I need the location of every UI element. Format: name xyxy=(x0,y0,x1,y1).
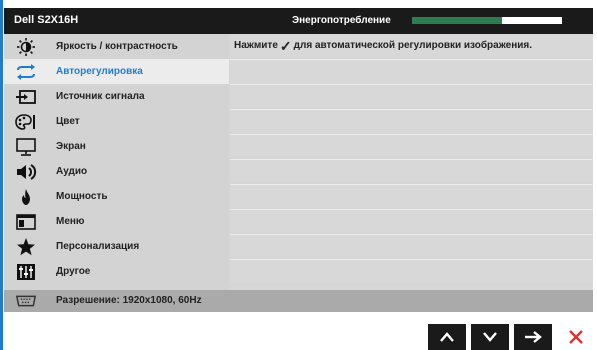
energy-meter xyxy=(412,17,562,24)
arrow-right-icon xyxy=(525,331,542,343)
monitor-model: Dell S2X16H xyxy=(14,14,79,26)
close-button[interactable] xyxy=(557,324,595,350)
menu-item-display[interactable]: Экран xyxy=(4,134,229,159)
menu-item-label: Мощность xyxy=(56,191,108,202)
check-icon: ✓ xyxy=(279,37,292,54)
menu-item-brightness[interactable]: Яркость / контрастность xyxy=(4,34,229,59)
menu-item-input-source[interactable]: Источник сигнала xyxy=(4,84,229,109)
menu-item-label: Аудио xyxy=(56,166,88,177)
instruction-suffix: для автоматической регулировки изображен… xyxy=(293,40,533,51)
submenu-row xyxy=(230,259,593,283)
auto-adjust-icon xyxy=(15,62,37,81)
menu-item-audio[interactable]: Аудио xyxy=(4,159,229,184)
menu-item-label: Другое xyxy=(56,266,91,277)
menu-item-other[interactable]: Другое xyxy=(4,259,229,284)
menu-item-personalize[interactable]: Персонализация xyxy=(4,234,229,259)
chevron-up-icon xyxy=(440,332,454,342)
submenu-row xyxy=(230,109,593,133)
menu-item-menu[interactable]: Меню xyxy=(4,209,229,234)
osd-title-bar: Dell S2X16H Энергопотребление xyxy=(4,8,593,34)
submenu-row[interactable]: Нажмите ✓ для автоматической регулировки… xyxy=(230,34,593,57)
up-button[interactable] xyxy=(428,324,466,350)
submenu-row xyxy=(230,234,593,258)
instruction-prefix: Нажмите xyxy=(234,40,278,51)
audio-icon xyxy=(15,162,37,181)
brightness-icon xyxy=(15,37,37,56)
menu-item-label: Яркость / контрастность xyxy=(56,41,178,52)
submenu-row xyxy=(230,84,593,108)
auto-adjust-instruction: Нажмите ✓ для автоматической регулировки… xyxy=(234,37,533,54)
energy-meter-fill xyxy=(412,17,502,24)
menu-item-label: Авторегулировка xyxy=(56,66,143,77)
menu-item-label: Цвет xyxy=(56,116,80,127)
submenu-row xyxy=(230,184,593,208)
chevron-down-icon xyxy=(483,332,497,342)
star-icon xyxy=(15,237,37,256)
enter-button[interactable] xyxy=(514,324,552,350)
submenu-row xyxy=(230,159,593,183)
left-accent-strip xyxy=(0,0,3,350)
energy-label: Энергопотребление xyxy=(292,15,391,26)
color-icon xyxy=(15,112,37,131)
osd-menu: Dell S2X16H Энергопотребление Яркость / … xyxy=(4,8,593,312)
menu-icon xyxy=(15,212,37,231)
submenu-row xyxy=(230,59,593,83)
status-bar: Разрешение: 1920x1080, 60Hz xyxy=(4,290,593,312)
menu-item-color[interactable]: Цвет xyxy=(4,109,229,134)
menu-item-power[interactable]: Мощность xyxy=(4,184,229,209)
close-icon xyxy=(569,330,583,344)
submenu-row xyxy=(230,209,593,233)
submenu-panel: Нажмите ✓ для автоматической регулировки… xyxy=(230,34,593,290)
display-icon xyxy=(15,137,37,156)
monitor-port-icon xyxy=(15,293,37,309)
resolution-status: Разрешение: 1920x1080, 60Hz xyxy=(56,295,202,306)
other-icon xyxy=(15,262,37,281)
menu-item-label: Меню xyxy=(56,216,85,227)
menu-item-auto-adjust[interactable]: Авторегулировка xyxy=(4,59,229,84)
menu-item-label: Экран xyxy=(56,141,86,152)
main-menu: Яркость / контрастность Авторегулировка xyxy=(4,34,229,290)
power-icon xyxy=(15,187,37,206)
menu-item-label: Персонализация xyxy=(56,241,140,252)
menu-item-label: Источник сигнала xyxy=(56,91,145,102)
submenu-row xyxy=(230,134,593,158)
down-button[interactable] xyxy=(471,324,509,350)
input-source-icon xyxy=(15,87,37,106)
navigation-buttons xyxy=(428,324,597,350)
